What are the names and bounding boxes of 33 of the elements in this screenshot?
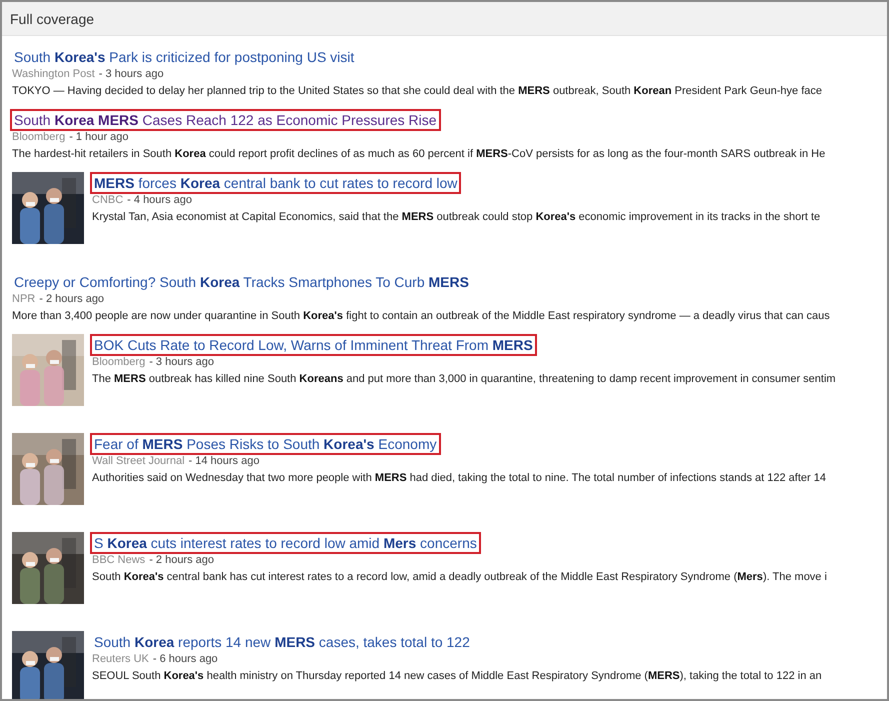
time-ago: - 2 hours ago	[149, 553, 214, 568]
news-source: Bloomberg	[12, 130, 66, 145]
time-ago: - 2 hours ago	[39, 292, 104, 307]
article-snippet: TOKYO — Having decided to delay her planned trip to the United States so that she could deal with the MERS outbreak, South Korean President Park Geun-hye face	[12, 84, 822, 99]
time-ago: - 1 hour ago	[69, 130, 129, 145]
news-source: NPR	[12, 292, 36, 307]
news-source: Bloomberg	[92, 355, 146, 370]
highlighted-headline-link[interactable]: MERS forces Korea central bank to cut rates to record low	[90, 172, 462, 194]
news-source: Washington Post	[12, 67, 95, 82]
headline-link[interactable]: South Korea's Park is criticized for postponing US visit	[10, 46, 358, 68]
time-ago: - 14 hours ago	[188, 454, 260, 469]
highlighted-headline-link[interactable]: BOK Cuts Rate to Record Low, Warns of Imminent Threat From MERS	[90, 334, 537, 356]
article-snippet: South Korea's central bank has cut interest rates to a record low, amid a deadly outbreak of the Middle East Respiratory Syndrome (Mers). The move i	[92, 570, 827, 585]
news-source: CNBC	[92, 193, 124, 208]
article-snippet: Authorities said on Wednesday that two more people with MERS had died, taking the total to nine. The total number of infections stands at 122 after 14	[92, 471, 826, 486]
headline-link[interactable]: Creepy or Comforting? South Korea Tracks Smartphones To Curb MERS	[10, 271, 473, 293]
news-source: Reuters UK	[92, 652, 149, 667]
time-ago: - 4 hours ago	[127, 193, 192, 208]
article-snippet: Krystal Tan, Asia economist at Capital Economics, said that the MERS outbreak could stop Korea's economic improvement in its tracks in the short te	[92, 210, 820, 225]
headline-link[interactable]: South Korea reports 14 new MERS cases, takes total to 122	[90, 631, 474, 653]
time-ago: - 6 hours ago	[152, 652, 218, 667]
news-source: BBC News	[92, 553, 146, 568]
time-ago: - 3 hours ago	[149, 355, 214, 370]
article-snippet: SEOUL South Korea's health ministry on Thursday reported 14 new cases of Middle East Respiratory Syndrome (MERS), taking the total to 122 in an	[92, 669, 822, 684]
highlighted-headline-link[interactable]: S Korea cuts interest rates to record low amid Mers concerns	[90, 532, 481, 554]
article-snippet: The hardest-hit retailers in South Korea could report profit declines of as much as 60 percent if MERS-CoV persists for as long as the four-month SARS outbreak in He	[12, 147, 826, 162]
article-snippet: The MERS outbreak has killed nine South Koreans and put more than 3,000 in quarantine, threatening to damp recent improvement in consumer sentim	[92, 372, 836, 387]
news-source: Wall Street Journal	[92, 454, 185, 469]
time-ago: - 3 hours ago	[98, 67, 164, 82]
highlighted-headline-link[interactable]: South Korea MERS Cases Reach 122 as Economic Pressures Rise	[10, 109, 441, 131]
panel-title: Full coverage	[10, 10, 94, 26]
article-snippet: More than 3,400 people are now under quarantine in South Korea's fight to contain an outbreak of the Middle East respiratory syndrome — a deadly virus that can caus	[12, 309, 830, 324]
highlighted-headline-link[interactable]: Fear of MERS Poses Risks to South Korea's Economy	[90, 433, 441, 455]
